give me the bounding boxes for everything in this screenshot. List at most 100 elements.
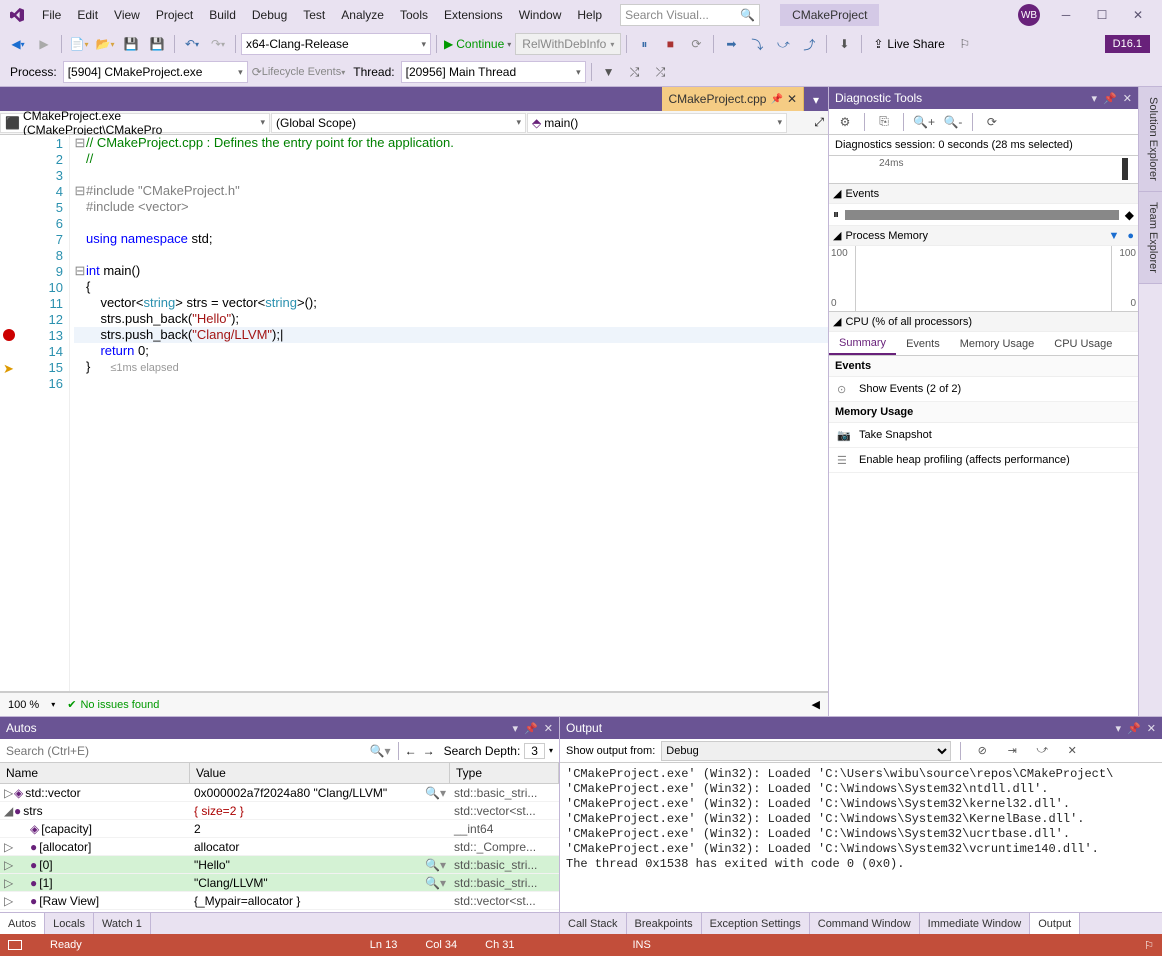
step-into-button[interactable]: ⤵ (745, 33, 769, 55)
editor-gutter[interactable]: 1234567891011121314➤1516 (0, 135, 70, 691)
notifications-icon[interactable]: ⚐ (1144, 939, 1154, 952)
diag-memory-header[interactable]: ◢Process Memory ▼ ● (829, 226, 1138, 246)
menu-tools[interactable]: Tools (392, 4, 436, 26)
stackframe-icon[interactable]: ⤮ (649, 61, 673, 83)
code-editor[interactable]: 1234567891011121314➤1516 ⊟// CMakeProjec… (0, 135, 828, 692)
diag-show-events[interactable]: ⊙Show Events (2 of 2) (829, 377, 1138, 402)
expand-icon[interactable]: ▷ (0, 894, 14, 908)
diag-cpu-header[interactable]: ◢CPU (% of all processors) (829, 312, 1138, 332)
diag-tab-memory-usage[interactable]: Memory Usage (950, 332, 1045, 355)
lifecycle-button[interactable]: ⟳ Lifecycle Events ▾ (250, 61, 348, 83)
vs-logo-icon[interactable] (6, 4, 28, 26)
memory-snapshot-icon[interactable]: ▼ (1108, 230, 1119, 242)
autos-row[interactable]: ◈ [capacity]2__int64 (0, 820, 559, 838)
bottom-tab-immediate-window[interactable]: Immediate Window (920, 913, 1031, 934)
menu-file[interactable]: File (34, 4, 69, 26)
diag-settings-icon[interactable]: ⚙ (833, 111, 857, 133)
search-next-icon[interactable]: → (420, 744, 438, 758)
split-icon[interactable]: ⤢ (810, 115, 828, 130)
bottom-tab-autos[interactable]: Autos (0, 913, 45, 934)
bottom-tab-command-window[interactable]: Command Window (810, 913, 920, 934)
panel-close-icon[interactable]: ✕ (1123, 92, 1132, 105)
bottom-tab-exception-settings[interactable]: Exception Settings (702, 913, 810, 934)
step-out-button[interactable]: ⤴ (797, 33, 821, 55)
process-dropdown[interactable]: [5904] CMakeProject.exe▾ (63, 61, 248, 83)
vtab-team-explorer[interactable]: Team Explorer (1139, 192, 1162, 284)
restart-button[interactable]: ⟳ (684, 33, 708, 55)
zoom-level[interactable]: 100 % (8, 699, 39, 711)
bottom-tab-call-stack[interactable]: Call Stack (560, 913, 627, 934)
panel-menu-icon[interactable]: ▾ (1116, 722, 1122, 735)
expand-icon[interactable]: ▷ (0, 858, 14, 872)
stack-icon[interactable]: ⤭ (623, 61, 647, 83)
diag-reset-icon[interactable]: ⟳ (980, 111, 1004, 133)
close-tab-icon[interactable]: ✕ (787, 92, 797, 106)
menu-build[interactable]: Build (201, 4, 244, 26)
navbar-member-combo[interactable]: ⬘main()▾ (527, 113, 787, 133)
bottom-tab-watch-1[interactable]: Watch 1 (94, 913, 151, 934)
diag-events-header[interactable]: ◢Events (829, 184, 1138, 204)
expand-icon[interactable]: ◢ (0, 804, 14, 818)
open-button[interactable]: 📂▾ (93, 33, 117, 55)
col-value[interactable]: Value (190, 763, 450, 783)
intellitrace-button[interactable]: ⬇ (832, 33, 856, 55)
output-clear-icon[interactable]: ⊘ (970, 740, 994, 762)
issues-indicator[interactable]: ✔No issues found (67, 698, 159, 711)
navbar-project-combo[interactable]: ⬛CMakeProject.exe (CMakeProject\CMakePro… (0, 113, 270, 133)
panel-pin-icon[interactable]: 📌 (1103, 92, 1117, 105)
panel-pin-icon[interactable]: 📌 (1127, 722, 1141, 735)
output-wordwrap-icon[interactable]: ⇥ (1000, 740, 1024, 762)
menu-debug[interactable]: Debug (244, 4, 295, 26)
menu-edit[interactable]: Edit (69, 4, 106, 26)
col-type[interactable]: Type (450, 763, 559, 783)
nav-fwd-button[interactable]: ▶ (32, 33, 56, 55)
output-body[interactable]: 'CMakeProject.exe' (Win32): Loaded 'C:\U… (560, 763, 1162, 912)
diag-heap-profiling[interactable]: ☰Enable heap profiling (affects performa… (829, 448, 1138, 473)
diag-tab-cpu-usage[interactable]: CPU Usage (1044, 332, 1122, 355)
startup-project-button[interactable]: CMakeProject (780, 4, 879, 26)
new-project-button[interactable]: 📄▾ (67, 33, 91, 55)
diag-timeline[interactable]: 24ms (829, 156, 1138, 184)
bottom-tab-locals[interactable]: Locals (45, 913, 94, 934)
panel-menu-icon[interactable]: ▾ (513, 722, 519, 735)
autos-row[interactable]: ▷● [0]"Hello" 🔍▾std::basic_stri... (0, 856, 559, 874)
menu-extensions[interactable]: Extensions (436, 4, 511, 26)
col-name[interactable]: Name (0, 763, 190, 783)
panel-menu-icon[interactable]: ▾ (1092, 92, 1098, 105)
pause-icon[interactable]: ⏸ (833, 207, 839, 222)
autos-row[interactable]: ▷◈ std::vector0x000002a7f2024a80 "Clang/… (0, 784, 559, 802)
depth-value[interactable]: 3 (524, 743, 545, 759)
nav-back-button[interactable]: ◀▾ (6, 33, 30, 55)
diag-tab-events[interactable]: Events (896, 332, 950, 355)
memory-chart[interactable]: 1000 1000 (829, 246, 1138, 312)
diag-select-tools-icon[interactable]: ⎘ (872, 111, 896, 133)
expand-icon[interactable]: ▷ (0, 840, 14, 854)
save-all-button[interactable]: 💾 (145, 33, 169, 55)
menu-test[interactable]: Test (295, 4, 333, 26)
pause-button[interactable]: ⏸ (632, 33, 656, 55)
output-from-select[interactable]: Debug (661, 741, 951, 761)
output-goto-icon[interactable]: ⤻ (1030, 740, 1054, 762)
navbar-scope-combo[interactable]: (Global Scope)▾ (271, 113, 526, 133)
reldebinfo-dropdown[interactable]: RelWithDebInfo▾ (515, 33, 621, 55)
filter-icon[interactable]: ▼ (597, 61, 621, 83)
diag-take-snapshot[interactable]: 📷Take Snapshot (829, 423, 1138, 448)
user-badge[interactable]: WB (1018, 4, 1040, 26)
autos-row[interactable]: ◢● strs{ size=2 }std::vector<st... (0, 802, 559, 820)
undo-button[interactable]: ↶▾ (180, 33, 204, 55)
menu-analyze[interactable]: Analyze (333, 4, 392, 26)
menu-view[interactable]: View (106, 4, 148, 26)
expand-icon[interactable]: ▷ (0, 876, 14, 890)
bottom-tab-output[interactable]: Output (1030, 913, 1080, 934)
menu-project[interactable]: Project (148, 4, 201, 26)
autos-row[interactable]: ▷● [1]"Clang/LLVM" 🔍▾std::basic_stri... (0, 874, 559, 892)
expand-icon[interactable]: ▷ (0, 786, 14, 800)
panel-close-icon[interactable]: ✕ (1147, 722, 1156, 735)
panel-close-icon[interactable]: ✕ (544, 722, 553, 735)
redo-button[interactable]: ↷▾ (206, 33, 230, 55)
menu-help[interactable]: Help (569, 4, 610, 26)
quick-search[interactable]: Search Visual... 🔍 (620, 4, 760, 26)
window-maximize[interactable]: ☐ (1084, 3, 1120, 27)
editor-tab[interactable]: CMakeProject.cpp 📌 ✕ (662, 87, 804, 111)
tab-overflow-icon[interactable]: ▾ (804, 89, 828, 111)
